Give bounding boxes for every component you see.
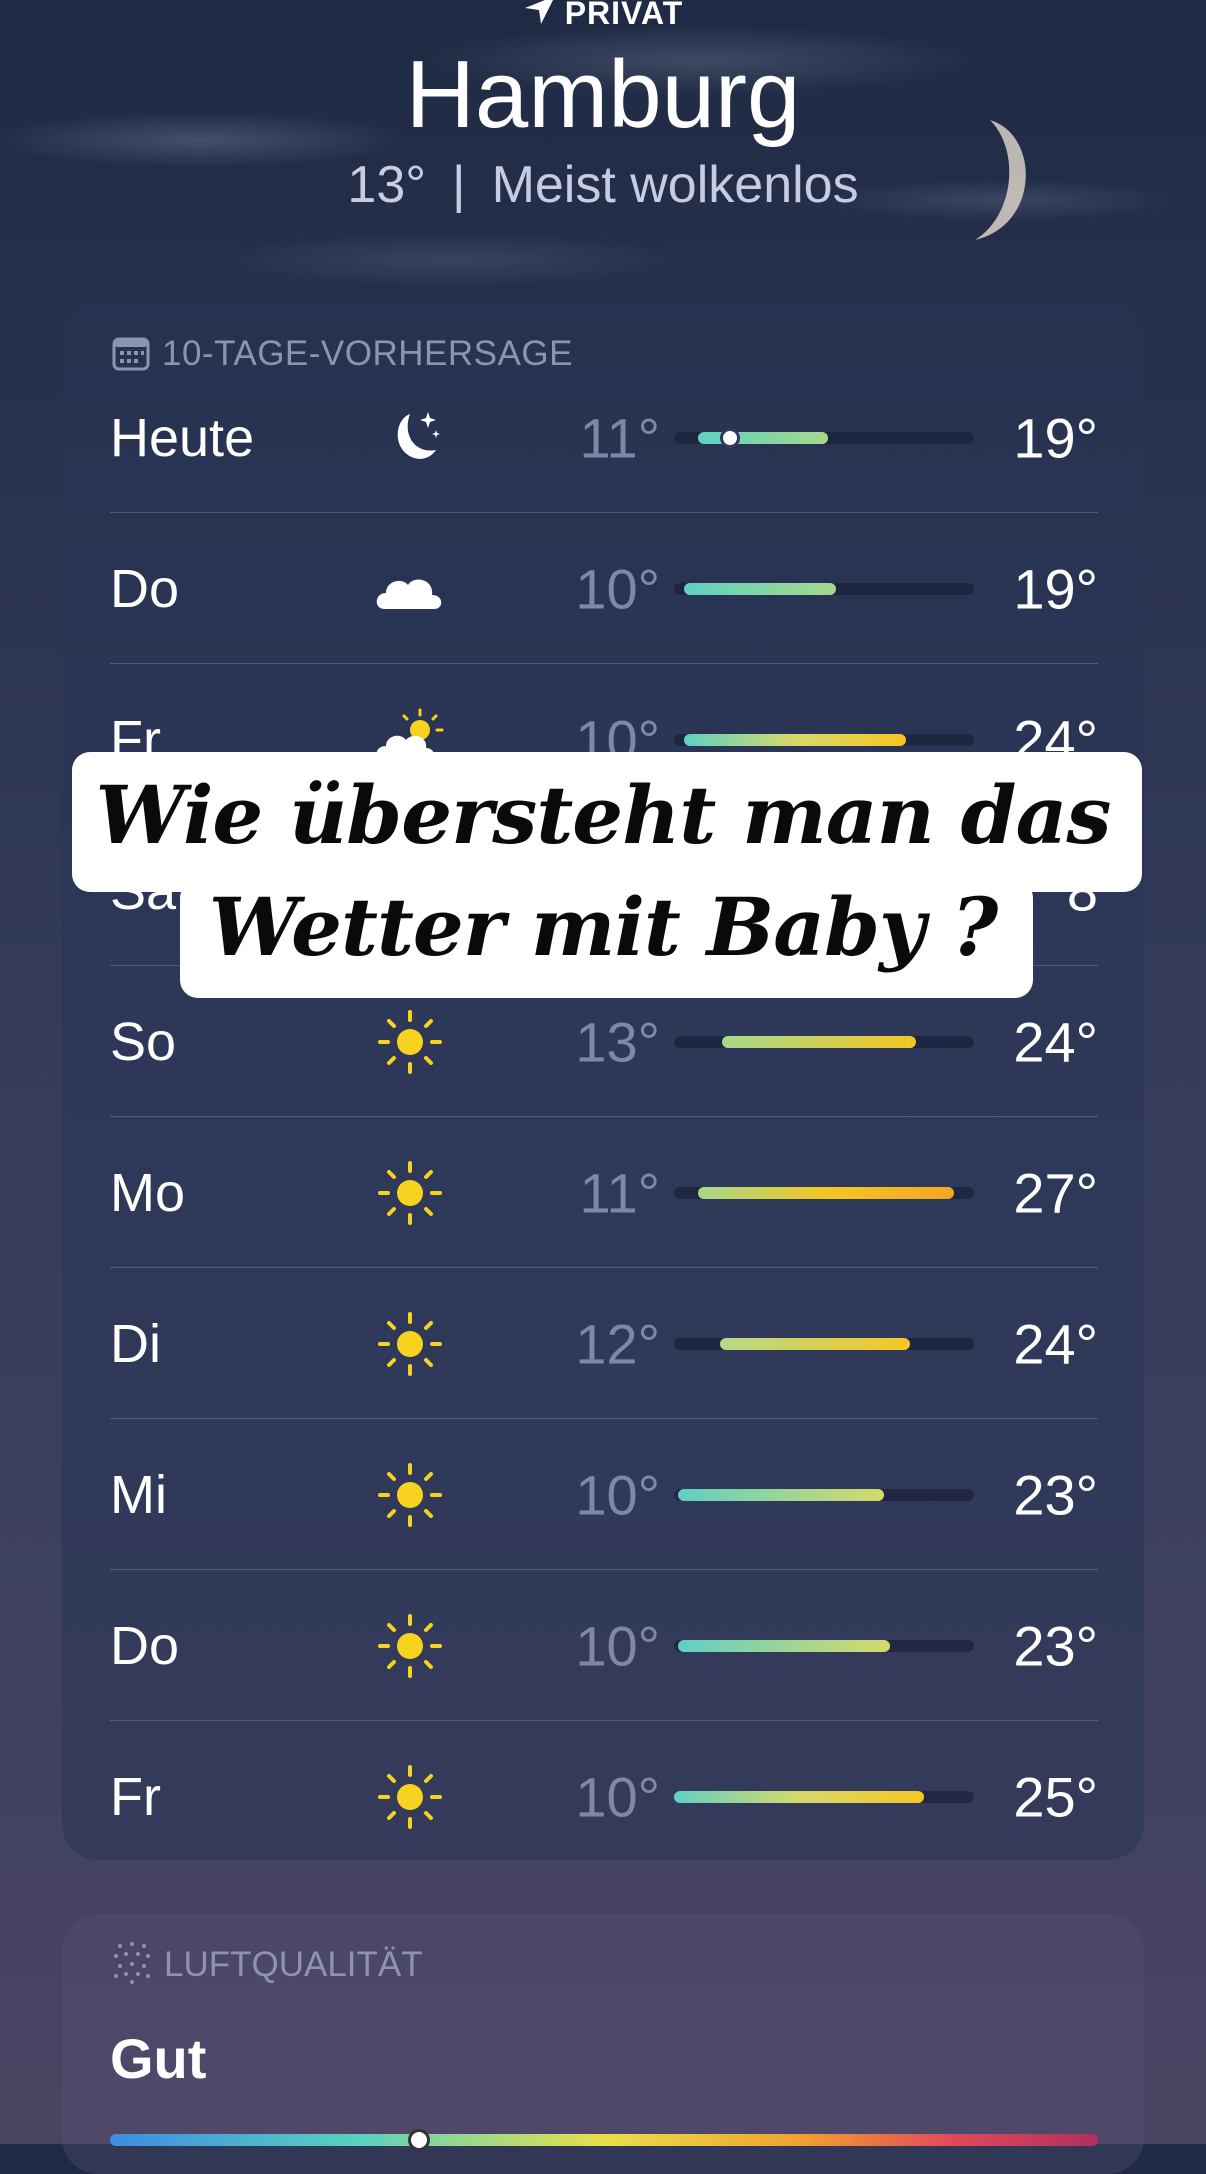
high-temp: 27° xyxy=(1013,1161,1098,1224)
temp-range-bar xyxy=(684,733,906,746)
location-label: PRIVAT xyxy=(0,0,1206,32)
day-label: Fr xyxy=(110,1766,161,1827)
low-temp: 12° xyxy=(575,1312,660,1375)
temp-range-bar xyxy=(698,431,828,444)
forecast-row[interactable]: Mo 11° 27° xyxy=(110,1117,1098,1268)
low-temp: 10° xyxy=(575,708,660,771)
current-temp: 13° xyxy=(347,156,427,214)
air-quality-scale xyxy=(110,2129,1098,2151)
high-temp: 19° xyxy=(1013,557,1098,620)
forecast-row[interactable]: Sa 8 xyxy=(110,815,1098,966)
air-quality-value: Gut xyxy=(110,2027,207,2090)
low-temp: 10° xyxy=(575,1463,660,1526)
temp-range-track xyxy=(674,1337,974,1350)
sun-icon xyxy=(378,1764,442,1829)
high-temp: 23° xyxy=(1013,1463,1098,1526)
day-label: Do xyxy=(110,558,180,619)
high-temp: 24° xyxy=(1013,1312,1098,1375)
temp-range-bar xyxy=(698,1186,954,1199)
low-temp: 11° xyxy=(579,1161,660,1224)
moon-stars-icon xyxy=(397,411,440,459)
low-temp: 10° xyxy=(575,1765,660,1828)
sun-icon xyxy=(378,1613,442,1678)
low-temp: 13° xyxy=(575,1010,660,1073)
current-summary: 13° | Meist wolkenlos xyxy=(0,155,1206,215)
low-temp: 10° xyxy=(575,557,660,620)
current-condition: Meist wolkenlos xyxy=(491,156,859,214)
forecast-row[interactable]: Mi 10° 23° xyxy=(110,1419,1098,1570)
temp-range-track xyxy=(674,733,974,746)
sun-icon xyxy=(378,1009,442,1074)
high-temp: 25° xyxy=(1013,1765,1098,1828)
temp-range-track xyxy=(674,1186,974,1199)
temp-range-track xyxy=(674,1035,974,1048)
current-temp-marker xyxy=(720,427,740,448)
high-temp: 8 xyxy=(1066,859,1098,922)
low-temp: 11° xyxy=(579,406,660,469)
forecast-row[interactable]: So 13° 24° xyxy=(110,966,1098,1117)
temp-range-bar xyxy=(722,1035,916,1048)
day-label: So xyxy=(110,1011,177,1072)
forecast-row[interactable]: Heute 11° 19° xyxy=(110,362,1098,513)
air-quality-marker xyxy=(408,2129,430,2151)
sun-cloud-icon xyxy=(376,708,444,760)
cloud-icon xyxy=(376,579,442,609)
temp-range-bar xyxy=(684,582,836,595)
day-label: Sa xyxy=(110,860,177,921)
day-label: Heute xyxy=(110,407,255,468)
day-label: Fr xyxy=(110,709,161,770)
forecast-row[interactable]: Do 10° 23° xyxy=(110,1570,1098,1721)
city-name: Hamburg xyxy=(405,41,801,148)
temp-range-track xyxy=(674,582,974,595)
air-quality-card[interactable]: LUFTQUALITÄT Gut xyxy=(62,1914,1144,2174)
sun-icon xyxy=(378,1311,442,1376)
air-quality-title: LUFTQUALITÄT xyxy=(164,1945,423,1984)
temp-range-track xyxy=(674,1790,974,1803)
sun-icon xyxy=(378,1462,442,1527)
location-arrow-icon xyxy=(524,0,553,24)
temp-range-bar xyxy=(678,1488,884,1501)
temp-range-bar xyxy=(720,1337,910,1350)
forecast-row[interactable]: Di 12° 24° xyxy=(110,1268,1098,1419)
forecast-row[interactable]: Fr 10° 25° xyxy=(110,1721,1098,1872)
temp-range-bar xyxy=(674,1790,924,1803)
sun-icon xyxy=(378,1160,442,1225)
low-temp: 10° xyxy=(575,1614,660,1677)
temp-range-track xyxy=(674,1639,974,1652)
forecast-row[interactable]: Fr 10° 24° xyxy=(110,664,1098,815)
high-temp: 23° xyxy=(1013,1614,1098,1677)
temp-range-bar xyxy=(678,1639,890,1652)
day-label: Mi xyxy=(110,1464,167,1525)
day-label: Di xyxy=(110,1313,161,1374)
forecast-card[interactable]: 10-TAGE-VORHERSAGE Heute 11° 19° Do 10° … xyxy=(62,300,1144,1860)
high-temp: 19° xyxy=(1013,406,1098,469)
high-temp: 24° xyxy=(1013,708,1098,771)
high-temp: 24° xyxy=(1013,1010,1098,1073)
forecast-row[interactable]: Do 10° 19° xyxy=(110,513,1098,664)
location-text: PRIVAT xyxy=(564,0,684,31)
day-label: Do xyxy=(110,1615,180,1676)
air-quality-header: LUFTQUALITÄT xyxy=(112,1940,423,1985)
temp-range-track xyxy=(674,1488,974,1501)
temp-range-track xyxy=(674,427,974,448)
air-quality-icon xyxy=(114,1942,150,1984)
day-label: Mo xyxy=(110,1162,186,1223)
separator: | xyxy=(452,156,466,214)
